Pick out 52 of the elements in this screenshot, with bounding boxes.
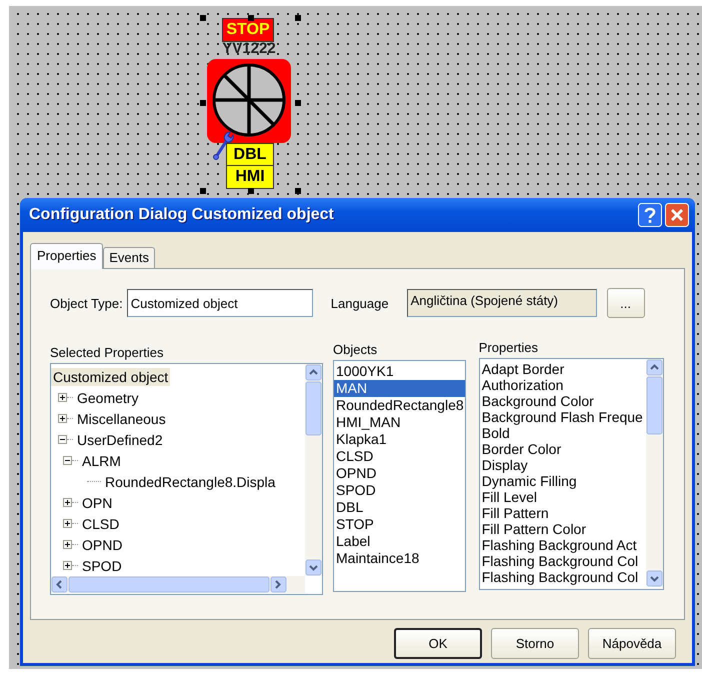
list-item[interactable]: MAN: [334, 380, 465, 397]
input-field[interactable]: Customized object: [126, 289, 313, 317]
list-item[interactable]: Display: [480, 457, 646, 473]
section-label: Objects: [333, 342, 378, 357]
list-item[interactable]: Bold: [480, 425, 646, 441]
status-indicator: DBL: [226, 143, 274, 167]
list-item[interactable]: Flashing Background Col: [480, 569, 646, 585]
list-item[interactable]: Fill Pattern: [480, 505, 646, 521]
field-label: Object Type:: [50, 296, 123, 310]
list-item[interactable]: Flashing Background Col: [480, 553, 646, 569]
dialog-button[interactable]: Nápověda: [588, 628, 676, 659]
list-item[interactable]: SPOD: [334, 482, 465, 499]
section-label: Selected Properties: [50, 345, 164, 360]
tree-item[interactable]: SPOD: [80, 556, 124, 574]
tag-label: YV1222: [221, 40, 277, 58]
list-item[interactable]: Dynamic Filling: [480, 473, 646, 489]
list-item[interactable]: Background Color: [480, 393, 646, 409]
dialog-button[interactable]: Storno: [491, 628, 579, 659]
tree-item[interactable]: ALRM: [80, 452, 123, 470]
tab[interactable]: Properties: [30, 243, 104, 269]
tree-item[interactable]: CLSD: [80, 514, 122, 532]
section-label: Properties: [478, 340, 539, 355]
list-item[interactable]: Authorization: [480, 377, 646, 393]
dialog-button[interactable]: OK: [394, 628, 482, 659]
list-item[interactable]: Maintaince18: [334, 550, 465, 567]
tree-item[interactable]: RoundedRectangle8.Displa: [103, 472, 278, 490]
tab[interactable]: Events: [103, 247, 155, 268]
status-indicator: HMI: [226, 165, 274, 189]
tree-item[interactable]: OPN: [80, 494, 114, 512]
list-item[interactable]: CLSD: [334, 448, 465, 465]
tree-item[interactable]: Geometry: [75, 388, 140, 406]
window-title: Configuration Dialog Customized object: [29, 206, 335, 224]
field-label: Language: [330, 296, 389, 310]
list-item[interactable]: Fill Level: [480, 489, 646, 505]
list-item[interactable]: Fill Pattern Color: [480, 521, 646, 537]
tree-item[interactable]: OPND: [80, 536, 124, 554]
list-item[interactable]: DBL: [334, 499, 465, 516]
list-item[interactable]: Border Color: [480, 441, 646, 457]
tree-item[interactable]: Customized object: [51, 368, 170, 386]
list-item[interactable]: STOP: [334, 516, 465, 533]
list-item[interactable]: Adapt Border: [480, 361, 646, 377]
tree-item[interactable]: UserDefined2: [75, 430, 165, 448]
list-item[interactable]: Background Flash Freque: [480, 409, 646, 425]
tree-item[interactable]: Miscellaneous: [75, 410, 168, 428]
list-item[interactable]: Klapka1: [334, 431, 465, 448]
list-item[interactable]: RoundedRectangle8: [334, 397, 465, 414]
list-item[interactable]: HMI_MAN: [334, 414, 465, 431]
status-badge: STOP: [222, 18, 274, 42]
list-item[interactable]: Label: [334, 533, 465, 550]
list-item[interactable]: OPND: [334, 465, 465, 482]
list-item[interactable]: 1000YK1: [334, 363, 465, 380]
list-item[interactable]: Flashing Background Act: [480, 537, 646, 553]
